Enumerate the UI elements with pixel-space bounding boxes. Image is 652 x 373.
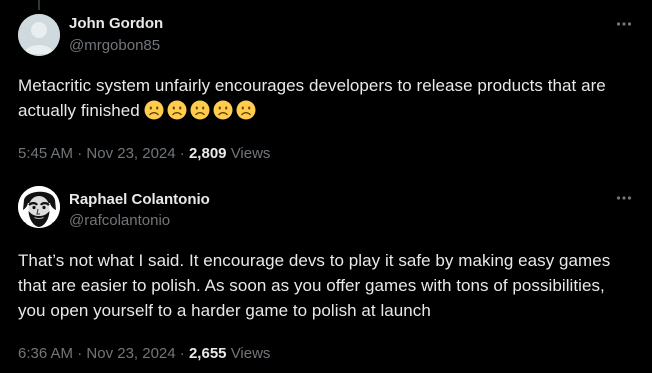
tweet[interactable]: Raphael Colantonio @rafcolantonio That’s… <box>0 172 652 373</box>
views-count[interactable]: 2,809 <box>189 145 227 162</box>
author-name[interactable]: John Gordon <box>69 15 163 32</box>
views-label[interactable]: Views <box>231 345 271 362</box>
tweet-meta: 6:36 AM · Nov 23, 2024 · 2,655 Views <box>18 345 270 362</box>
tweet-date[interactable]: Nov 23, 2024 <box>86 145 175 162</box>
slightly-frowning-face-icon <box>213 100 233 120</box>
slightly-frowning-face-icon <box>167 100 187 120</box>
tweet-text: Metacritic system unfairly encourages de… <box>18 73 622 123</box>
meta-separator: · <box>179 345 185 362</box>
meta-separator: · <box>77 145 83 162</box>
author-handle[interactable]: @rafcolantonio <box>69 212 170 229</box>
views-count[interactable]: 2,655 <box>189 345 227 362</box>
slightly-frowning-face-icon <box>236 100 256 120</box>
views-label[interactable]: Views <box>231 145 271 162</box>
meta-separator: · <box>77 345 83 362</box>
default-profile-icon[interactable] <box>18 14 60 56</box>
tweet[interactable]: John Gordon @mrgobon85 Metacritic system… <box>0 0 652 172</box>
bearded-portrait-avatar[interactable] <box>18 186 60 228</box>
tweet-date[interactable]: Nov 23, 2024 <box>86 345 175 362</box>
tweet-text-content: Metacritic system unfairly encourages de… <box>18 76 606 120</box>
tweet-meta: 5:45 AM · Nov 23, 2024 · 2,809 Views <box>18 145 270 162</box>
meta-separator: · <box>179 145 185 162</box>
more-horizontal-icon[interactable] <box>614 14 634 34</box>
slightly-frowning-face-icon <box>144 100 164 120</box>
author-handle[interactable]: @mrgobon85 <box>69 37 160 54</box>
slightly-frowning-face-icon <box>190 100 210 120</box>
tweet-time[interactable]: 6:36 AM <box>18 345 73 362</box>
emoji-row <box>144 100 256 120</box>
more-horizontal-icon[interactable] <box>614 188 634 208</box>
tweet-time[interactable]: 5:45 AM <box>18 145 73 162</box>
author-name[interactable]: Raphael Colantonio <box>69 191 210 208</box>
tweet-text: That’s not what I said. It encourage dev… <box>18 251 611 320</box>
